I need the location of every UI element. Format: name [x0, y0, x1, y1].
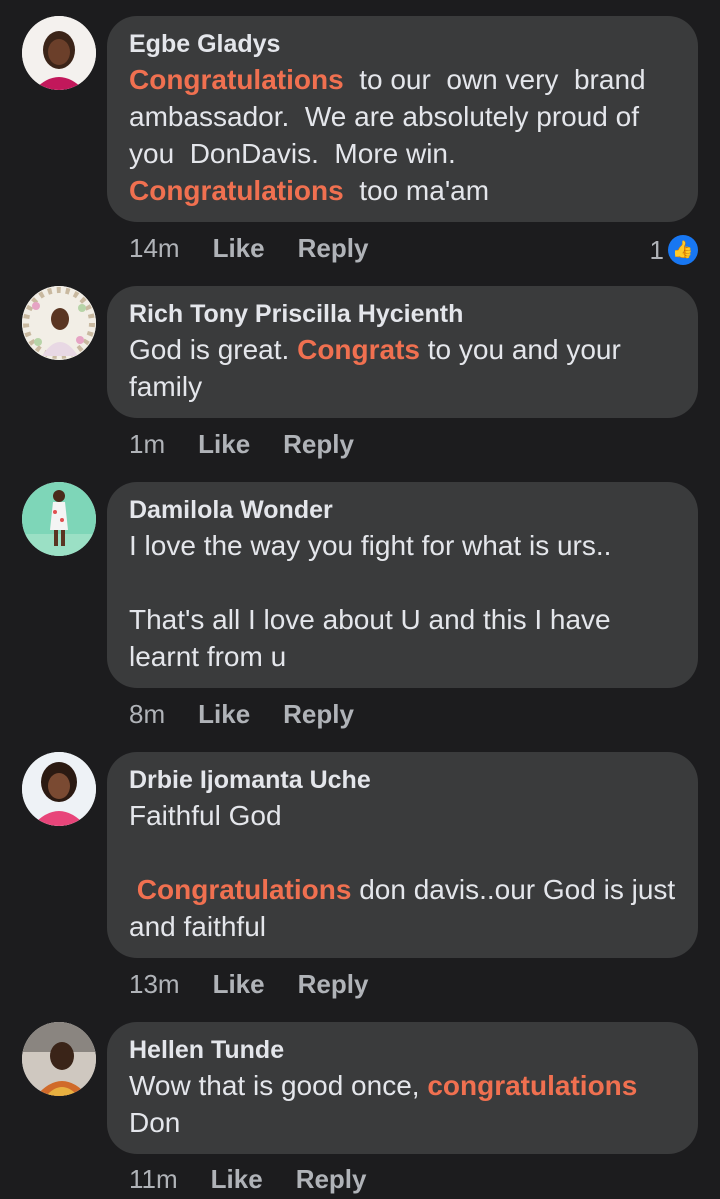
- like-button[interactable]: Like: [213, 233, 265, 263]
- comment-bubble: Egbe Gladys Congratulations to our own v…: [107, 16, 698, 222]
- highlighted-word[interactable]: Congratulations: [129, 175, 344, 206]
- avatar[interactable]: [22, 16, 96, 90]
- comment-author[interactable]: Hellen Tunde: [129, 1034, 676, 1067]
- comment-author[interactable]: Damilola Wonder: [129, 494, 676, 527]
- comment-text: Congratulations to our own very brand am…: [129, 61, 676, 209]
- comment-text: Wow that is good once, congratulations D…: [129, 1067, 676, 1141]
- comment-time[interactable]: 8m: [129, 699, 165, 729]
- text-segment: too ma'am: [343, 175, 490, 206]
- highlighted-word[interactable]: Congratulations: [129, 64, 344, 95]
- reaction-count[interactable]: 1 👍: [650, 228, 698, 268]
- highlighted-word[interactable]: Congratulations: [137, 874, 352, 905]
- comment-time[interactable]: 1m: [129, 429, 165, 459]
- comment-time[interactable]: 14m: [129, 233, 180, 263]
- comment-text: God is great. Congrats to you and your f…: [129, 331, 676, 405]
- comment-author[interactable]: Drbie Ijomanta Uche: [129, 764, 676, 797]
- comment-actions: 14m Like Reply: [129, 228, 368, 268]
- like-button[interactable]: Like: [198, 429, 250, 459]
- avatar[interactable]: [22, 752, 96, 826]
- comment-actions: 11m Like Reply: [129, 1159, 367, 1199]
- avatar[interactable]: [22, 286, 96, 360]
- thumbs-up-icon: 👍: [668, 235, 698, 266]
- avatar[interactable]: [22, 1022, 96, 1096]
- comment-time[interactable]: 13m: [129, 969, 180, 999]
- reply-button[interactable]: Reply: [298, 233, 369, 263]
- comment-bubble: Rich Tony Priscilla Hycienth God is grea…: [107, 286, 698, 418]
- comment-time[interactable]: 11m: [129, 1164, 178, 1194]
- like-button[interactable]: Like: [213, 969, 265, 999]
- reply-button[interactable]: Reply: [283, 429, 354, 459]
- reply-button[interactable]: Reply: [283, 699, 354, 729]
- comment-text: I love the way you fight for what is urs…: [129, 527, 676, 675]
- highlighted-word[interactable]: congratulations: [427, 1070, 637, 1101]
- reaction-number: 1: [649, 235, 664, 266]
- comment-bubble: Drbie Ijomanta Uche Faithful God Congrat…: [107, 752, 698, 958]
- reply-button[interactable]: Reply: [296, 1164, 367, 1194]
- reply-button[interactable]: Reply: [298, 969, 369, 999]
- text-segment: God is great.: [129, 334, 298, 365]
- comment-actions: 1m Like Reply: [129, 424, 354, 464]
- comment-actions: 8m Like Reply: [129, 694, 354, 734]
- comment-text: Faithful God Congratulations don davis..…: [129, 797, 676, 945]
- text-segment: Wow that is good once,: [129, 1070, 428, 1101]
- comment-author[interactable]: Egbe Gladys: [129, 28, 676, 61]
- text-segment: I love the way you fight for what is urs…: [129, 530, 612, 672]
- comment-actions: 13m Like Reply: [129, 964, 368, 1004]
- comment-author[interactable]: Rich Tony Priscilla Hycienth: [129, 298, 676, 331]
- comment-bubble: Damilola Wonder I love the way you fight…: [107, 482, 698, 688]
- comment-bubble: Hellen Tunde Wow that is good once, cong…: [107, 1022, 698, 1154]
- like-button[interactable]: Like: [198, 699, 250, 729]
- avatar[interactable]: [22, 482, 96, 556]
- like-button[interactable]: Like: [211, 1164, 263, 1194]
- highlighted-word[interactable]: Congrats: [297, 334, 420, 365]
